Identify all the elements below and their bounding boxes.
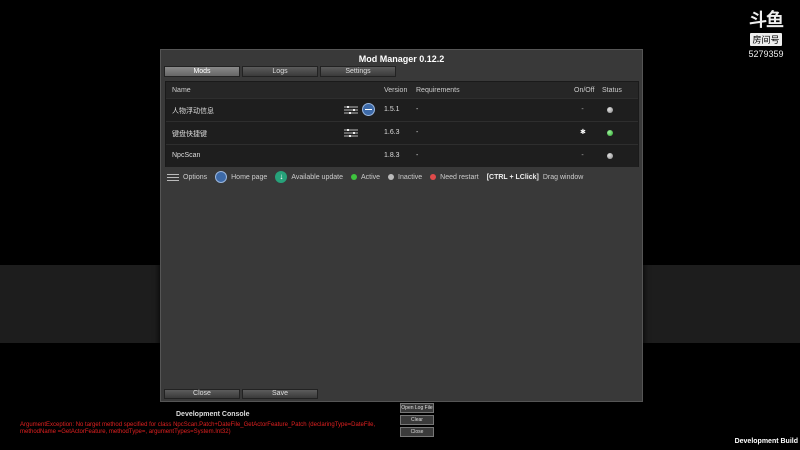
window-title[interactable]: Mod Manager 0.12.2 [161,54,642,64]
douyu-logo: 斗鱼 [749,10,784,31]
mod-manager-window[interactable]: Mod Manager 0.12.2 Mods Logs Settings Na… [160,49,643,402]
drag-keys: [CTRL + LClick] [486,173,539,181]
table-row[interactable]: 键盘快捷键 1.6.3 - ✱ [166,121,638,144]
home-page-icon[interactable] [362,103,375,116]
header-version: Version [384,87,408,94]
console-close-button[interactable]: Close [400,427,434,437]
table-row[interactable]: 人物浮动信息 1.5.1 - - [166,98,638,121]
mod-version: 1.5.1 [384,106,400,113]
mod-requirements: - [416,106,419,113]
mod-name: NpcScan [172,152,201,159]
legend-restart-label: Need restart [440,173,479,181]
legend-home: Home page [215,171,267,183]
options-icon[interactable] [344,105,358,115]
tab-bar: Mods Logs Settings [164,66,396,77]
options-icon [167,173,179,181]
legend-inactive-label: Inactive [398,173,423,181]
save-button[interactable]: Save [242,389,318,399]
enable-toggle[interactable]: ✱ [580,129,586,136]
mod-name: 键盘快捷键 [172,131,207,138]
table-row[interactable]: NpcScan 1.8.3 - - [166,144,638,167]
tab-mods[interactable]: Mods [164,66,240,77]
legend: Options Home page ↓ Available update Act… [167,170,591,184]
header-name: Name [172,87,191,94]
console-error-text: ArgumentException: No target method spec… [20,422,376,435]
restart-dot-icon [430,174,437,180]
mod-requirements: - [416,129,419,136]
bottom-buttons: Close Save [164,389,318,399]
legend-options: Options [167,173,207,182]
inactive-dot-icon [388,174,395,180]
room-number: 5279359 [748,49,784,59]
tab-logs[interactable]: Logs [242,66,318,77]
dev-console-title: Development Console [176,411,250,418]
legend-update-label: Available update [291,173,343,181]
legend-home-label: Home page [231,173,268,181]
header-requirements: Requirements [416,87,460,94]
header-onoff: On/Off [574,87,595,94]
mod-version: 1.8.3 [384,152,400,159]
console-buttons: Open Log File Clear Close [400,403,434,439]
table-header: Name Version Requirements On/Off Status [166,82,638,98]
options-icon[interactable] [344,128,358,138]
status-inactive-icon [607,107,613,113]
mod-name: 人物浮动信息 [172,108,214,115]
status-active-icon [607,130,613,136]
room-label: 房间号 [750,33,782,46]
enable-toggle[interactable]: - [580,106,585,113]
legend-active: Active [350,173,381,181]
mods-table: Name Version Requirements On/Off Status … [165,81,639,167]
status-inactive-icon [607,153,613,159]
close-button[interactable]: Close [164,389,240,399]
development-build-label: Development Build [734,438,798,445]
legend-update: ↓ Available update [275,171,343,183]
drag-label: Drag window [542,173,584,181]
mod-version: 1.6.3 [384,129,400,136]
legend-active-label: Active [360,173,381,181]
tab-settings[interactable]: Settings [320,66,396,77]
legend-inactive: Inactive [388,174,422,181]
home-page-icon [215,171,228,183]
clear-button[interactable]: Clear [400,415,434,425]
active-dot-icon [350,174,357,180]
download-icon: ↓ [275,171,288,183]
enable-toggle[interactable]: - [580,152,585,159]
header-status: Status [602,87,622,94]
legend-restart: Need restart [430,174,479,181]
legend-drag: [CTRL + LClick] Drag window [487,174,584,181]
open-log-button[interactable]: Open Log File [400,403,434,413]
douyu-watermark: 斗鱼 房间号 5279359 [744,10,788,60]
legend-options-label: Options [183,173,208,181]
mod-requirements: - [416,152,419,159]
